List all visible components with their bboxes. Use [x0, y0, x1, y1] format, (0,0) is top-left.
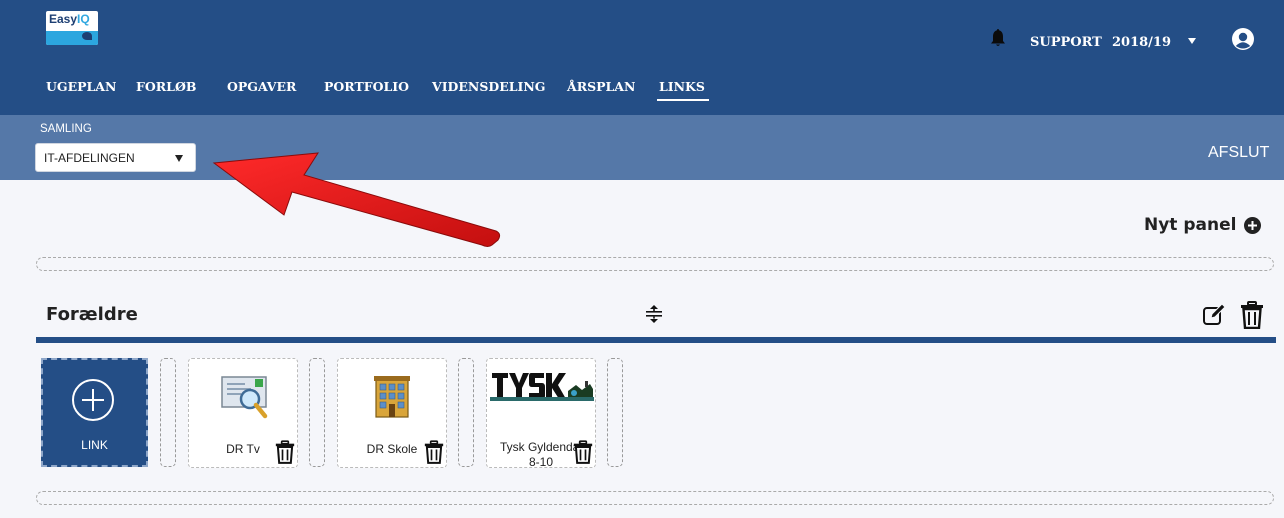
- link-tile-tysk-gyldendal[interactable]: Tysk Gyldendal 8-10: [486, 358, 596, 469]
- plus-circle-icon: [1244, 216, 1262, 234]
- trash-icon[interactable]: [275, 439, 295, 465]
- edit-icon[interactable]: [1202, 303, 1226, 327]
- logo-text: EasyIQ: [49, 12, 90, 26]
- nav-opgaver[interactable]: OPGAVER: [227, 79, 296, 94]
- magnifier-document-icon: [221, 376, 268, 419]
- nav-vidensdeling[interactable]: VIDENSDELING: [432, 79, 545, 94]
- top-bar: [0, 0, 1284, 115]
- panel-drop-zone[interactable]: [36, 257, 1274, 271]
- panel-title: Forældre: [46, 304, 138, 325]
- nav-portfolio[interactable]: PORTFOLIO: [324, 79, 409, 94]
- link-drop-slot[interactable]: [309, 358, 325, 467]
- support-link[interactable]: SUPPORT: [1030, 30, 1102, 54]
- easyiq-logo[interactable]: EasyIQ: [46, 11, 98, 45]
- user-avatar-icon[interactable]: [1232, 28, 1254, 50]
- panel-drop-zone[interactable]: [36, 491, 1274, 505]
- link-drop-slot[interactable]: [160, 358, 176, 467]
- tysk-logo-image: [490, 369, 594, 403]
- add-link-tile[interactable]: LINK: [41, 358, 148, 467]
- caret-down-icon[interactable]: [1188, 38, 1196, 44]
- link-label-line-1: Tysk Gyldendal: [499, 440, 583, 454]
- trash-icon[interactable]: [424, 439, 444, 465]
- add-link-label: LINK: [81, 438, 108, 452]
- trash-icon[interactable]: [573, 439, 593, 465]
- plus-circle-icon: [72, 379, 114, 421]
- logo-bird-icon: [82, 32, 92, 40]
- drag-handle-icon[interactable]: [645, 304, 663, 324]
- red-arrow-annotation: [212, 152, 501, 247]
- afslut-button[interactable]: AFSLUT: [1208, 144, 1269, 162]
- school-building-icon: [374, 376, 410, 418]
- samling-label: SAMLING: [40, 123, 92, 135]
- link-tile-dr-tv[interactable]: DR Tv: [188, 358, 298, 468]
- nav-links[interactable]: LINKS: [659, 79, 705, 94]
- samling-selected-value: IT-AFDELINGEN: [44, 150, 135, 165]
- link-label-line-2: 8-10: [528, 455, 554, 469]
- new-panel-label: Nyt panel: [1144, 215, 1237, 235]
- school-year-select[interactable]: 2018/19: [1112, 30, 1171, 54]
- bell-icon[interactable]: [990, 28, 1006, 48]
- link-drop-slot[interactable]: [607, 358, 623, 467]
- link-drop-slot[interactable]: [458, 358, 474, 467]
- logo-text-b: IQ: [77, 12, 90, 26]
- samling-select[interactable]: IT-AFDELINGEN: [35, 143, 196, 172]
- nav-forlob[interactable]: FORLØB: [136, 79, 196, 94]
- nav-active-indicator: [657, 99, 709, 101]
- logo-text-a: Easy: [49, 12, 78, 26]
- nav-ugeplan[interactable]: UGEPLAN: [46, 79, 116, 94]
- new-panel-button[interactable]: Nyt panel: [1144, 215, 1262, 235]
- link-tile-dr-skole[interactable]: DR Skole: [337, 358, 447, 468]
- nav-arsplan[interactable]: ÅRSPLAN: [567, 79, 635, 94]
- trash-icon[interactable]: [1240, 301, 1264, 329]
- caret-down-icon: [175, 155, 183, 162]
- panel-divider: [36, 337, 1276, 343]
